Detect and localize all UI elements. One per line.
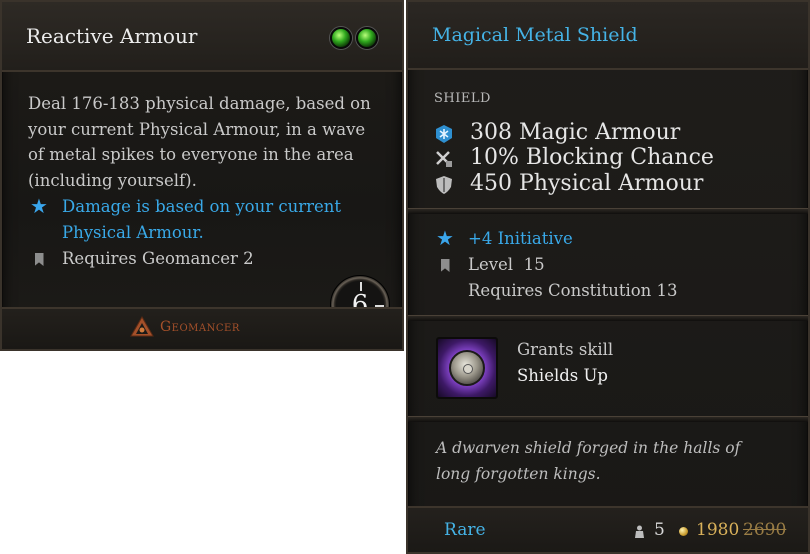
item-tooltip: Magical Metal Shield SHIELD 308 Magic Ar… [406, 0, 810, 554]
item-rarity: Rare [444, 520, 486, 540]
divider [408, 315, 808, 321]
item-level-line: Level 15 [434, 252, 774, 278]
stat-value: 450 [470, 171, 512, 196]
item-name: Magical Metal Shield [432, 24, 638, 46]
stat-label: Physical Armour [519, 171, 704, 196]
gold-coin-icon [679, 527, 688, 536]
physical-armour-icon [436, 176, 452, 194]
item-level-text: Level 15 [468, 255, 545, 274]
stat-physical-armour: 450 Physical Armour [434, 171, 764, 197]
shield-boss [463, 364, 473, 374]
bookmark-icon [434, 254, 456, 280]
skill-tooltip-header: Reactive Armour [2, 2, 402, 72]
skill-tooltip-footer: Geomancer [2, 307, 402, 349]
skill-title: Reactive Armour [26, 24, 198, 48]
stat-magic-armour: 308 Magic Armour [434, 120, 764, 146]
magic-armour-icon [436, 125, 452, 143]
stat-label: Blocking Chance [525, 145, 714, 170]
skill-tooltip: Reactive Armour Deal 176-183 physical da… [0, 0, 404, 351]
granted-skill-name: Shields Up [517, 366, 608, 385]
item-bonus-text: +4 Initiative [468, 229, 573, 248]
source-orb-icon [330, 27, 352, 49]
item-requirement-text: Requires Constitution 13 [468, 281, 678, 300]
item-flavor-text: A dwarven shield forged in the halls of … [436, 439, 741, 483]
item-weight: 5 [654, 520, 665, 540]
skill-school-label: Geomancer [160, 319, 240, 335]
skill-requirement-line: Requires Geomancer 2 [28, 246, 378, 272]
grants-skill-label: Grants skill [517, 340, 614, 359]
star-icon: ★ [436, 226, 454, 250]
stat-value: 308 [470, 120, 512, 145]
granted-skill-icon[interactable] [436, 337, 498, 399]
source-orb-icon [356, 27, 378, 49]
blocking-icon [436, 151, 452, 167]
item-tooltip-footer: Rare 5 1980 2690 [408, 506, 808, 552]
item-bonus-line: ★ +4 Initiative [434, 226, 774, 252]
stat-blocking-chance: 10% Blocking Chance [434, 145, 764, 171]
skill-bonus-text: Damage is based on your current Physical… [62, 197, 342, 242]
weight-icon [635, 525, 644, 538]
skill-description: Deal 176-183 physical damage, based on y… [28, 94, 371, 190]
divider [408, 208, 808, 214]
divider [408, 416, 808, 422]
bookmark-icon [28, 248, 50, 274]
skill-bonus-line: ★ Damage is based on your current Physic… [28, 194, 378, 245]
item-type: SHIELD [434, 91, 491, 106]
geomancer-icon [130, 316, 154, 337]
skill-requirement-text: Requires Geomancer 2 [62, 249, 254, 268]
star-icon: ★ [30, 194, 48, 218]
stat-label: Magic Armour [519, 120, 681, 145]
item-price: 1980 [696, 520, 740, 540]
item-original-price: 2690 [743, 520, 787, 540]
stat-value: 10% [470, 145, 519, 170]
item-tooltip-header: Magical Metal Shield [408, 2, 808, 70]
item-requirement-line: Requires Constitution 13 [434, 278, 774, 304]
shield-icon [449, 350, 485, 386]
